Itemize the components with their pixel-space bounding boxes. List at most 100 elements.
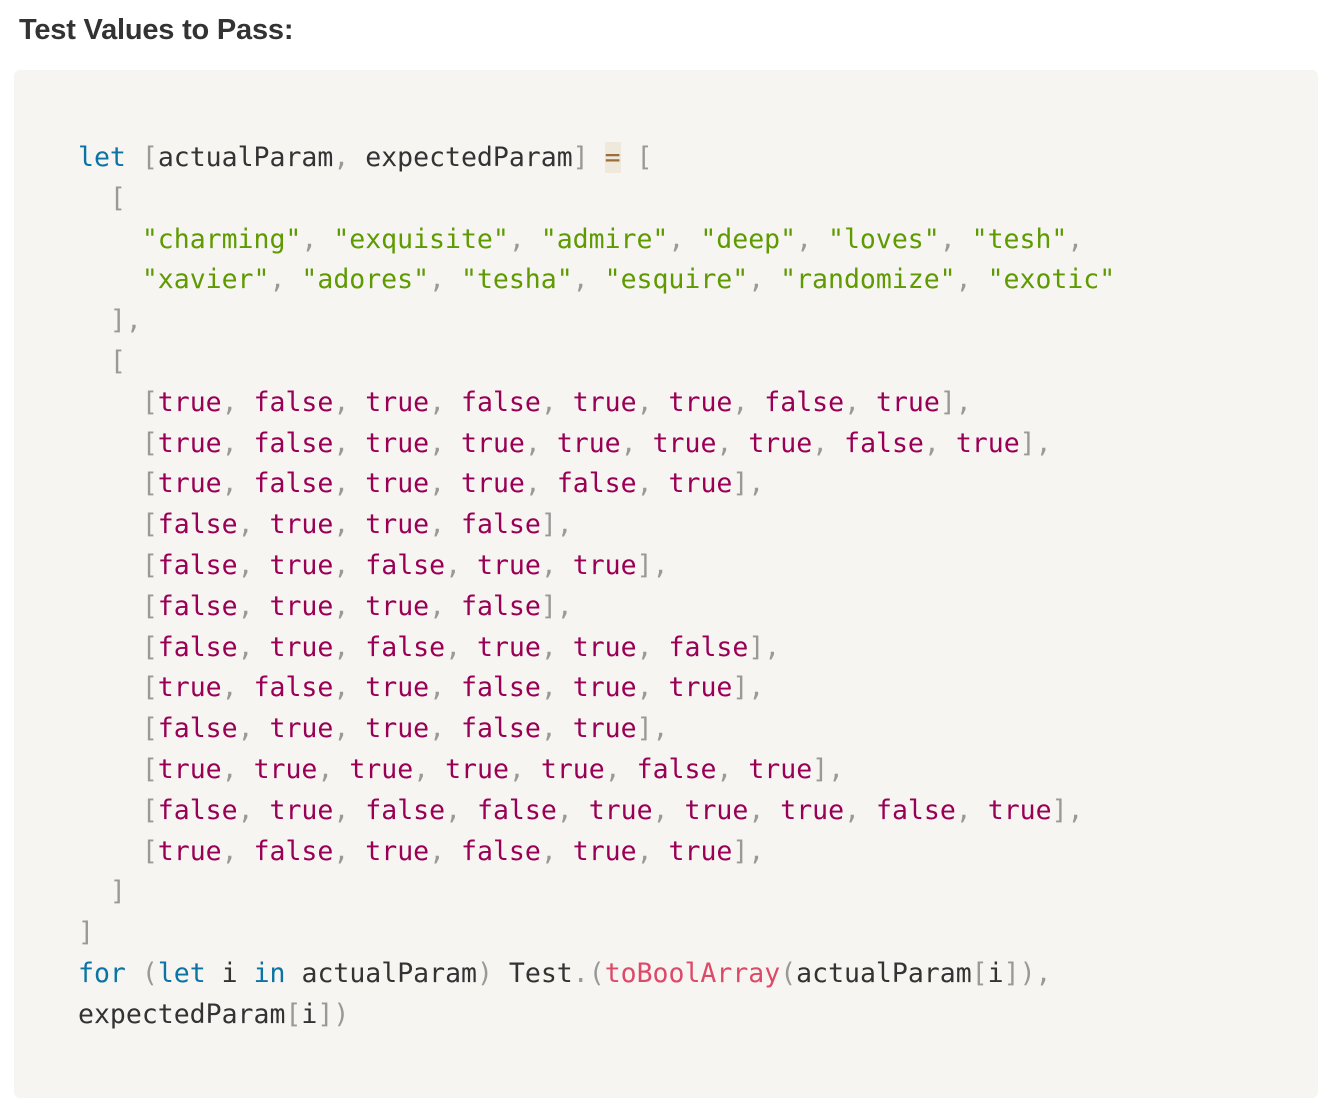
code-line-bool-row: [false, true, true, false, true], xyxy=(78,709,1115,750)
punct-bracket-close: ], xyxy=(939,386,972,418)
boolean-literal: true xyxy=(365,427,430,459)
boolean-literal: true xyxy=(461,468,525,500)
boolean-literal: true xyxy=(477,631,541,663)
operator-assign: = xyxy=(604,142,621,173)
punct-bracket-close: ], xyxy=(636,549,669,581)
boolean-literal: false xyxy=(764,386,845,418)
boolean-literal: true xyxy=(477,549,541,581)
boolean-literal: true xyxy=(668,672,733,704)
string-literal: "deep" xyxy=(700,223,797,255)
punct-comma: , xyxy=(844,794,861,826)
punct-comma: , xyxy=(556,794,573,826)
identifier-actual-param: actualParam xyxy=(157,142,334,173)
punct-comma: , xyxy=(636,386,653,418)
identifier-index-i-2: i xyxy=(301,998,318,1030)
punct-comma: , xyxy=(955,264,972,296)
string-literal: "exquisite" xyxy=(333,223,509,255)
code-line-open-strings: [ xyxy=(109,182,126,214)
boolean-literal: true xyxy=(668,835,733,867)
boolean-literal: false xyxy=(461,590,541,622)
identifier-i: i xyxy=(221,957,238,989)
boolean-literal: true xyxy=(684,794,749,826)
boolean-literal: true xyxy=(365,509,430,541)
code-line-bool-row: [false, true, false, false, true, true, … xyxy=(78,791,1115,832)
punct-bracket-close: ], xyxy=(748,631,781,663)
punct-bracket-open: [ xyxy=(141,672,158,704)
boolean-literal: true xyxy=(461,427,525,459)
boolean-literal: true xyxy=(157,835,222,867)
punct-comma: , xyxy=(333,142,350,173)
code-line-close-bools: ] xyxy=(109,876,126,908)
boolean-literal: true xyxy=(588,794,653,826)
code-line-strings-2: "xavier", "adores", "tesha", "esquire", … xyxy=(78,260,1115,301)
string-literal: "randomize" xyxy=(780,264,956,296)
boolean-literal: true xyxy=(365,713,430,745)
string-literal: "adores" xyxy=(301,264,430,296)
punct-bracket-close: ], xyxy=(636,713,669,745)
punct-comma: , xyxy=(540,672,557,704)
string-literal: "esquire" xyxy=(604,264,749,296)
code-line-bool-row: [false, true, false, true, true], xyxy=(78,546,1115,587)
code-line-for-loop: for (let i in actualParam) Test.(toBoolA… xyxy=(78,954,1115,995)
code-block: let [actualParam, expectedParam] = [ [ "… xyxy=(14,70,1318,1098)
punct-paren-close-call: ) xyxy=(333,998,350,1030)
punct-paren-open-call: ( xyxy=(588,957,605,989)
boolean-literal: true xyxy=(572,835,637,867)
boolean-literal: true xyxy=(572,713,637,745)
boolean-literal: true xyxy=(269,590,334,622)
punct-index-open: [ xyxy=(971,957,988,989)
punct-comma: , xyxy=(429,713,446,745)
punct-bracket-open: [ xyxy=(141,142,158,173)
boolean-literal: false xyxy=(253,386,334,418)
punct-bracket-open: [ xyxy=(141,631,158,663)
punct-comma: , xyxy=(333,468,350,500)
boolean-literal: true xyxy=(269,631,334,663)
punct-comma: , xyxy=(540,835,557,867)
boolean-literal: false xyxy=(157,794,238,826)
boolean-literal: false xyxy=(253,468,334,500)
punct-comma: , xyxy=(221,835,238,867)
punct-comma: , xyxy=(237,549,254,581)
keyword-for: for xyxy=(78,957,126,989)
boolean-literal: true xyxy=(955,427,1020,459)
punct-paren-open-fn: ( xyxy=(780,957,797,989)
code-content: let [actualParam, expectedParam] = [ [ "… xyxy=(78,138,1115,1036)
punct-bracket-open: [ xyxy=(141,590,158,622)
punct-comma: , xyxy=(237,794,254,826)
punct-comma: , xyxy=(668,223,685,255)
punct-paren-close-fn: ) xyxy=(1019,957,1036,989)
boolean-literal: false xyxy=(668,631,749,663)
punct-comma: , xyxy=(955,794,972,826)
punct-bracket-close: ], xyxy=(732,835,765,867)
code-line-strings-1: "charming", "exquisite", "admire", "deep… xyxy=(78,220,1115,261)
code-line-close-strings: ], xyxy=(109,305,142,337)
boolean-literal: true xyxy=(269,794,334,826)
punct-bracket-open: [ xyxy=(141,835,158,867)
boolean-literal: false xyxy=(365,549,446,581)
boolean-literal: true xyxy=(349,753,414,785)
punct-bracket-open: [ xyxy=(141,753,158,785)
punct-paren-close: ) xyxy=(476,957,493,989)
function-to-bool-array: toBoolArray xyxy=(604,957,781,989)
punct-comma: , xyxy=(333,549,350,581)
punct-bracket-open: [ xyxy=(141,427,158,459)
punct-bracket-close: ], xyxy=(540,509,573,541)
code-line-close-outer: ] xyxy=(78,917,94,949)
punct-comma: , xyxy=(620,427,637,459)
punct-comma-args: , xyxy=(1035,957,1052,989)
punct-comma: , xyxy=(333,672,350,704)
boolean-literal: false xyxy=(253,672,334,704)
punct-comma: , xyxy=(812,427,829,459)
page-heading: Test Values to Pass: xyxy=(19,14,294,46)
punct-comma: , xyxy=(796,223,813,255)
punct-comma: , xyxy=(652,794,669,826)
boolean-literal: true xyxy=(668,468,733,500)
boolean-literal: true xyxy=(572,549,637,581)
code-line-bool-row: [true, false, true, false, true, true], xyxy=(78,832,1115,873)
punct-comma: , xyxy=(237,713,254,745)
string-literal: "loves" xyxy=(828,223,940,255)
boolean-literal: false xyxy=(461,509,541,541)
boolean-literal: false xyxy=(477,794,557,826)
punct-comma: , xyxy=(1067,223,1084,255)
boolean-literal: true xyxy=(157,468,222,500)
